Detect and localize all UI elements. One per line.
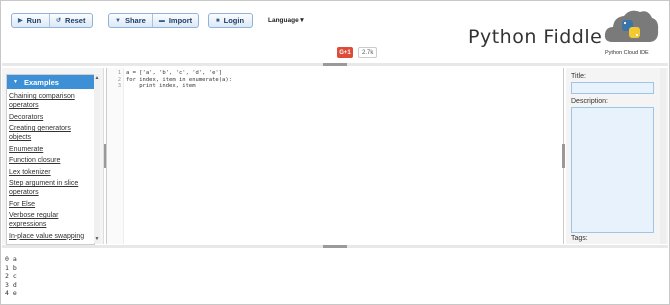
example-link[interactable]: Step argument in slice operators [9, 179, 92, 197]
lock-icon: ■ [216, 17, 220, 24]
share-button[interactable]: ▼ Share [109, 14, 152, 27]
run-button[interactable]: ▶ Run [12, 14, 49, 27]
examples-list: Chaining comparison operators Decorators… [7, 89, 94, 241]
right-splitter-grip[interactable] [562, 144, 565, 168]
example-link[interactable]: Lex tokenizer [9, 168, 92, 177]
example-link[interactable]: Function closure [9, 156, 92, 165]
title-label: Title: [571, 73, 586, 80]
description-textarea[interactable] [571, 107, 654, 233]
chevron-down-icon: ▼ [13, 79, 18, 85]
code-line: a = ['a', 'b', 'c', 'd', 'e'] [126, 70, 223, 76]
details-scrollbar[interactable] [660, 68, 666, 244]
code-content[interactable]: a = ['a', 'b', 'c', 'd', 'e'] for index, … [126, 70, 232, 90]
example-link[interactable]: Chaining comparison operators [9, 92, 92, 110]
examples-header[interactable]: ▼ Examples [7, 75, 94, 89]
bottom-splitter[interactable] [2, 245, 668, 248]
folder-icon: ▬ [158, 17, 165, 24]
example-link[interactable]: In-place value swapping [9, 232, 92, 241]
language-dropdown[interactable]: Language▼ [268, 17, 305, 24]
description-label: Description: [571, 98, 608, 105]
output-line: 2 c [5, 272, 17, 281]
share-label: Share [124, 16, 146, 25]
examples-panel: ▼ Examples Chaining comparison operators… [6, 74, 95, 245]
run-label: Run [26, 16, 42, 25]
python-cloud-logo [604, 10, 659, 42]
login-button[interactable]: ■ Login [208, 13, 253, 28]
output-line: 0 a [5, 255, 17, 263]
top-splitter[interactable] [2, 63, 668, 66]
scroll-down-icon[interactable]: ▼ [94, 236, 100, 242]
reset-icon: ↺ [56, 18, 62, 24]
examples-sidebar: ▼ Examples Chaining comparison operators… [2, 68, 104, 245]
reset-label: Reset [65, 16, 86, 25]
scroll-up-icon[interactable]: ▲ [94, 75, 100, 81]
line-number: 3 [117, 83, 121, 89]
example-link[interactable]: Decorators [9, 113, 92, 122]
brand-title: Python Fiddle [468, 26, 603, 48]
output-line: 1 b [5, 263, 17, 272]
output-line: 4 e [5, 289, 17, 298]
example-link[interactable]: Verbose regular expressions [9, 211, 92, 229]
line-gutter: 1 2 3 [107, 68, 124, 244]
output-line: 3 d [5, 280, 17, 289]
bottom-splitter-grip[interactable] [323, 245, 347, 248]
chevron-down-icon: ▼ [115, 17, 121, 24]
examples-header-label: Examples [23, 77, 59, 87]
example-link[interactable]: Creating generators objects [9, 124, 92, 142]
import-label: Import [168, 16, 193, 25]
example-link[interactable]: Enumerate [9, 145, 92, 154]
details-panel: Title: Description: Tags: [566, 68, 668, 244]
run-reset-group: ▶ Run ↺ Reset [11, 13, 93, 28]
login-label: Login [223, 16, 245, 25]
sidebar-scrollbar[interactable]: ▲ ▼ [94, 74, 100, 243]
output-console: 0 a1 b2 c3 d4 e [5, 255, 17, 298]
top-splitter-grip[interactable] [323, 63, 347, 66]
code-editor[interactable]: 1 2 3 a = ['a', 'b', 'c', 'd', 'e'] for i… [106, 68, 564, 244]
play-icon: ▶ [18, 18, 23, 24]
reset-button[interactable]: ↺ Reset [49, 14, 91, 27]
tags-label: Tags: [571, 235, 588, 242]
gplus-button[interactable]: G+1 [337, 47, 353, 58]
code-line: print index, item [126, 83, 196, 89]
share-import-group: ▼ Share ▬ Import [108, 13, 199, 28]
gplus-count: 2.7k [358, 47, 378, 58]
brand-tagline: Python Cloud IDE [605, 50, 649, 56]
title-input[interactable] [571, 82, 654, 94]
import-button[interactable]: ▬ Import [151, 14, 198, 27]
example-link[interactable]: For Else [9, 200, 92, 209]
